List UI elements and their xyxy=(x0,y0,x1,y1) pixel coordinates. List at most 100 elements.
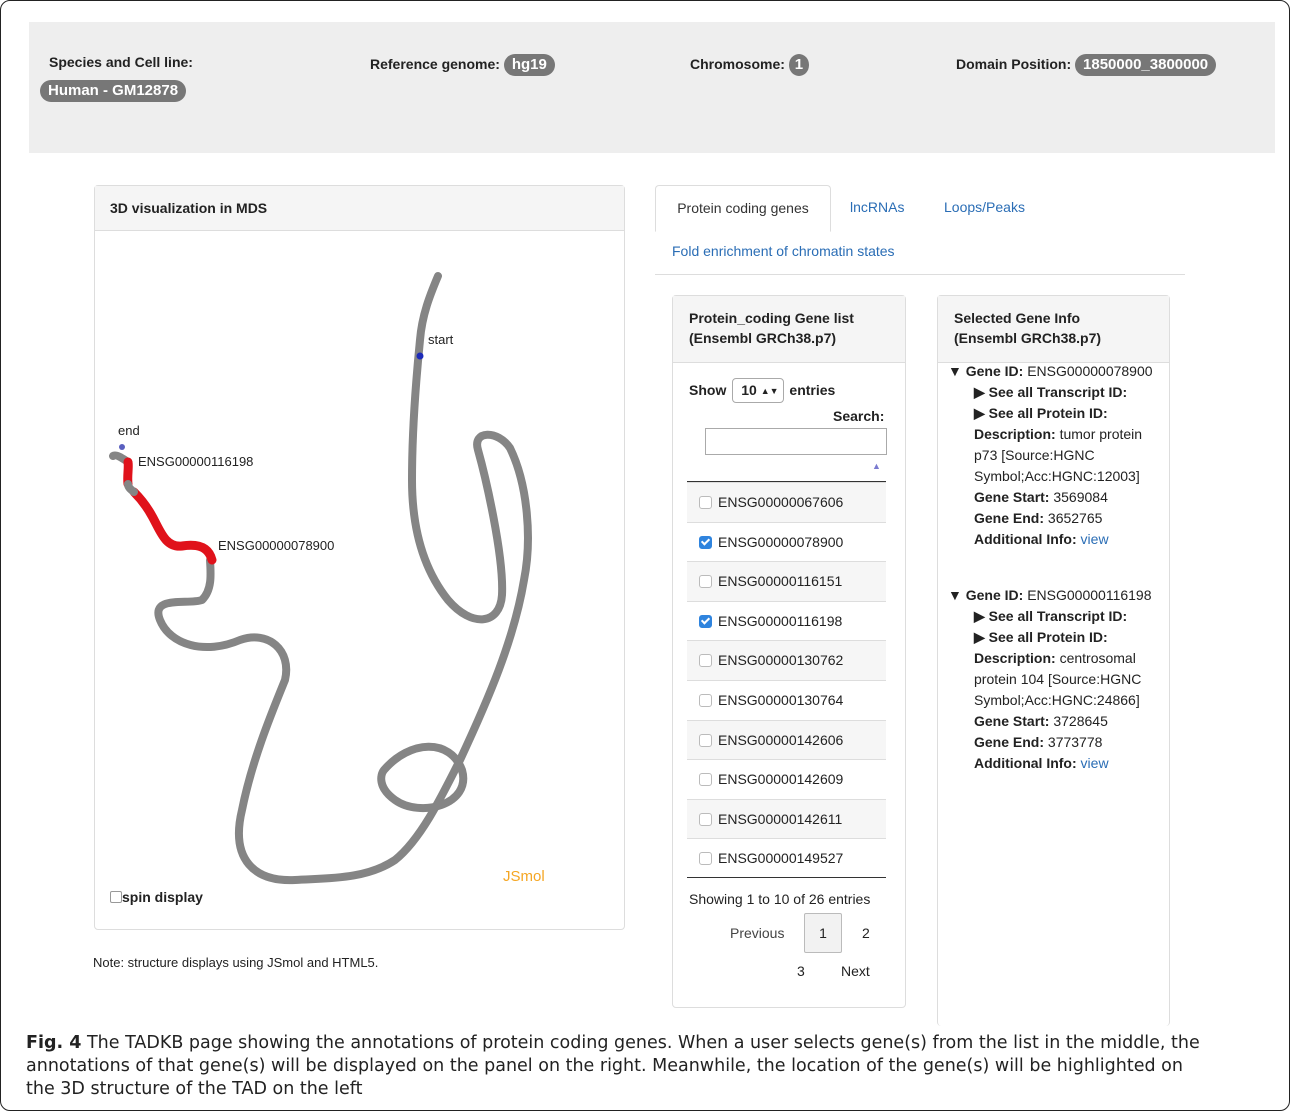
gene-id: ENSG00000130764 xyxy=(718,692,844,708)
caption-line-2: annotations of that gene(s) will be disp… xyxy=(26,1056,1183,1076)
entries-select[interactable]: 10 ▲▼ xyxy=(732,378,784,403)
gene-row[interactable]: ENSG00000116198 xyxy=(687,600,886,641)
viz-note: Note: structure displays using JSmol and… xyxy=(93,955,379,970)
gene-id: ENSG00000130762 xyxy=(718,652,844,669)
table-info: Showing 1 to 10 of 26 entries xyxy=(689,891,871,907)
gene-row[interactable]: ENSG00000130764 xyxy=(687,680,886,720)
pagination-previous[interactable]: Previous xyxy=(730,925,784,941)
gene-id: ENSG00000149527 xyxy=(718,850,844,867)
viz-panel-title: 3D visualization in MDS xyxy=(95,186,624,231)
gene-checkbox[interactable] xyxy=(699,654,712,668)
gene-checkbox[interactable] xyxy=(699,852,712,866)
see-transcript-toggle[interactable]: ▶ See all Transcript ID: xyxy=(974,382,1173,403)
chromosome-label: Chromosome: xyxy=(690,56,785,72)
gene-end-label: Gene End: xyxy=(974,734,1045,750)
gene-checkbox[interactable] xyxy=(699,575,712,589)
tab-protein-coding-genes[interactable]: Protein coding genes xyxy=(655,185,831,232)
domain-info-bar xyxy=(29,22,1275,153)
pagination-page-3[interactable]: 3 xyxy=(797,963,805,979)
spin-display-toggle[interactable]: spin display xyxy=(110,889,203,905)
species-badge: Human - GM12878 xyxy=(40,80,187,102)
pagination-next[interactable]: Next xyxy=(841,963,870,979)
spin-display-checkbox[interactable] xyxy=(110,891,122,903)
expand-triangle-icon: ▶ xyxy=(974,384,985,400)
gene-start-label: Gene Start: xyxy=(974,713,1050,729)
additional-info-view-link[interactable]: view xyxy=(1081,755,1109,771)
gene-checkbox[interactable] xyxy=(699,535,712,549)
figure-number: Fig. 4 xyxy=(26,1033,82,1053)
table-footer-rule xyxy=(687,877,886,878)
sort-asc-icon[interactable]: ▲ xyxy=(872,461,881,471)
gene-row[interactable]: ENSG00000142611 xyxy=(687,798,886,839)
description-text: centrosomal xyxy=(1059,650,1136,666)
domain-position: Domain Position: 1850000_3800000 xyxy=(956,54,1217,76)
tab-bar: Protein coding genes lncRNAs Loops/Peaks… xyxy=(655,185,1185,275)
species-label: Species and Cell line: xyxy=(49,54,193,70)
expand-triangle-icon: ▶ xyxy=(974,629,985,645)
see-protein-toggle[interactable]: ▶ See all Protein ID: xyxy=(974,403,1173,424)
gene-end-label: Gene End: xyxy=(974,510,1045,526)
see-protein-toggle[interactable]: ▶ See all Protein ID: xyxy=(974,627,1173,648)
see-protein-label: See all Protein ID: xyxy=(988,405,1108,421)
tad-strand-connect xyxy=(124,480,138,496)
gene-id-value: ENSG00000116198 xyxy=(1027,587,1152,603)
gene-row[interactable]: ENSG00000130762 xyxy=(687,640,886,681)
start-marker xyxy=(416,352,424,360)
gene-checkbox[interactable] xyxy=(699,496,712,509)
gene-id-label: Gene ID: xyxy=(965,363,1024,379)
species-value: Human - GM12878 xyxy=(40,80,187,102)
end-marker xyxy=(119,444,125,450)
tab-fold-enrichment[interactable]: Fold enrichment of chromatin states xyxy=(672,243,895,259)
see-transcript-label: See all Transcript ID: xyxy=(988,608,1128,624)
gene-row[interactable]: ENSG00000078900 xyxy=(687,521,886,562)
tab-loops-peaks[interactable]: Loops/Peaks xyxy=(944,199,1025,215)
end-label: end xyxy=(118,423,140,438)
gene-end-value: 3773778 xyxy=(1047,734,1103,750)
gene-row[interactable]: ENSG00000149527 xyxy=(687,838,886,878)
search-input[interactable] xyxy=(705,428,887,455)
gene-id: ENSG00000067606 xyxy=(718,494,844,510)
gene-checkbox[interactable] xyxy=(699,773,712,787)
chromosome: Chromosome: 1 xyxy=(690,54,810,76)
tab-lncrnas[interactable]: lncRNAs xyxy=(850,199,904,215)
description-label: Description: xyxy=(974,426,1056,442)
gene-checkbox[interactable] xyxy=(699,733,712,747)
see-transcript-toggle[interactable]: ▶ See all Transcript ID: xyxy=(974,606,1173,627)
entries-label: entries xyxy=(789,382,836,398)
gene-id-row[interactable]: ▼ Gene ID: ENSG00000116198 xyxy=(948,585,1173,606)
gene-info-title-line1: Selected Gene Info xyxy=(954,310,1081,326)
gene-id: ENSG00000116151 xyxy=(718,573,843,590)
gene-checkbox[interactable] xyxy=(699,614,712,628)
gene-info-entry-1: ▼ Gene ID: ENSG00000078900 ▶ See all Tra… xyxy=(948,361,1173,550)
pagination-page-2[interactable]: 2 xyxy=(862,925,870,941)
gene-checkbox[interactable] xyxy=(699,812,712,826)
select-arrows-icon: ▲▼ xyxy=(760,386,779,396)
description-text: tumor protein xyxy=(1059,426,1143,442)
gene-row[interactable]: ENSG00000116151 xyxy=(687,561,886,602)
description-text-3: Symbol;Acc:HGNC:24866] xyxy=(974,692,1140,708)
jsmol-brand: JSmol xyxy=(503,868,545,885)
expand-triangle-icon: ▶ xyxy=(974,405,985,421)
gene-highlight-ensg00000078900 xyxy=(129,487,217,565)
gene-info-title-line2: (Ensembl GRCh38.p7) xyxy=(954,330,1102,346)
gene-id: ENSG00000142606 xyxy=(718,731,844,748)
gene-id: ENSG00000078900 xyxy=(718,533,844,550)
description-text-2: protein 104 [Source:HGNC xyxy=(974,671,1142,687)
gene-start-label: Gene Start: xyxy=(974,489,1050,505)
gene-id-row[interactable]: ▼ Gene ID: ENSG00000078900 xyxy=(948,361,1173,382)
additional-info-view-link[interactable]: view xyxy=(1081,531,1109,547)
gene-checkbox[interactable] xyxy=(699,694,712,707)
gene-row[interactable]: ENSG00000142606 xyxy=(687,719,886,760)
pagination-page-1[interactable]: 1 xyxy=(804,913,842,953)
gene-start-value: 3728645 xyxy=(1053,713,1108,729)
domain-position-label: Domain Position: xyxy=(956,56,1072,72)
gene-row[interactable]: ENSG00000067606 xyxy=(687,482,886,522)
tad-3d-structure[interactable]: start end ENSG00000116198 ENSG0000007890… xyxy=(95,230,622,920)
gene-row[interactable]: ENSG00000142609 xyxy=(687,759,886,799)
figure-caption: Fig. 4 The TADKB page showing the annota… xyxy=(26,1032,1266,1101)
entries-select-value: 10 xyxy=(741,382,757,398)
gene-list-title-line1: Protein_coding Gene list xyxy=(689,310,854,326)
domain-position-value: 1850000_3800000 xyxy=(1075,54,1217,76)
ref-genome-label: Reference genome: xyxy=(370,56,500,72)
see-protein-label: See all Protein ID: xyxy=(988,629,1108,645)
